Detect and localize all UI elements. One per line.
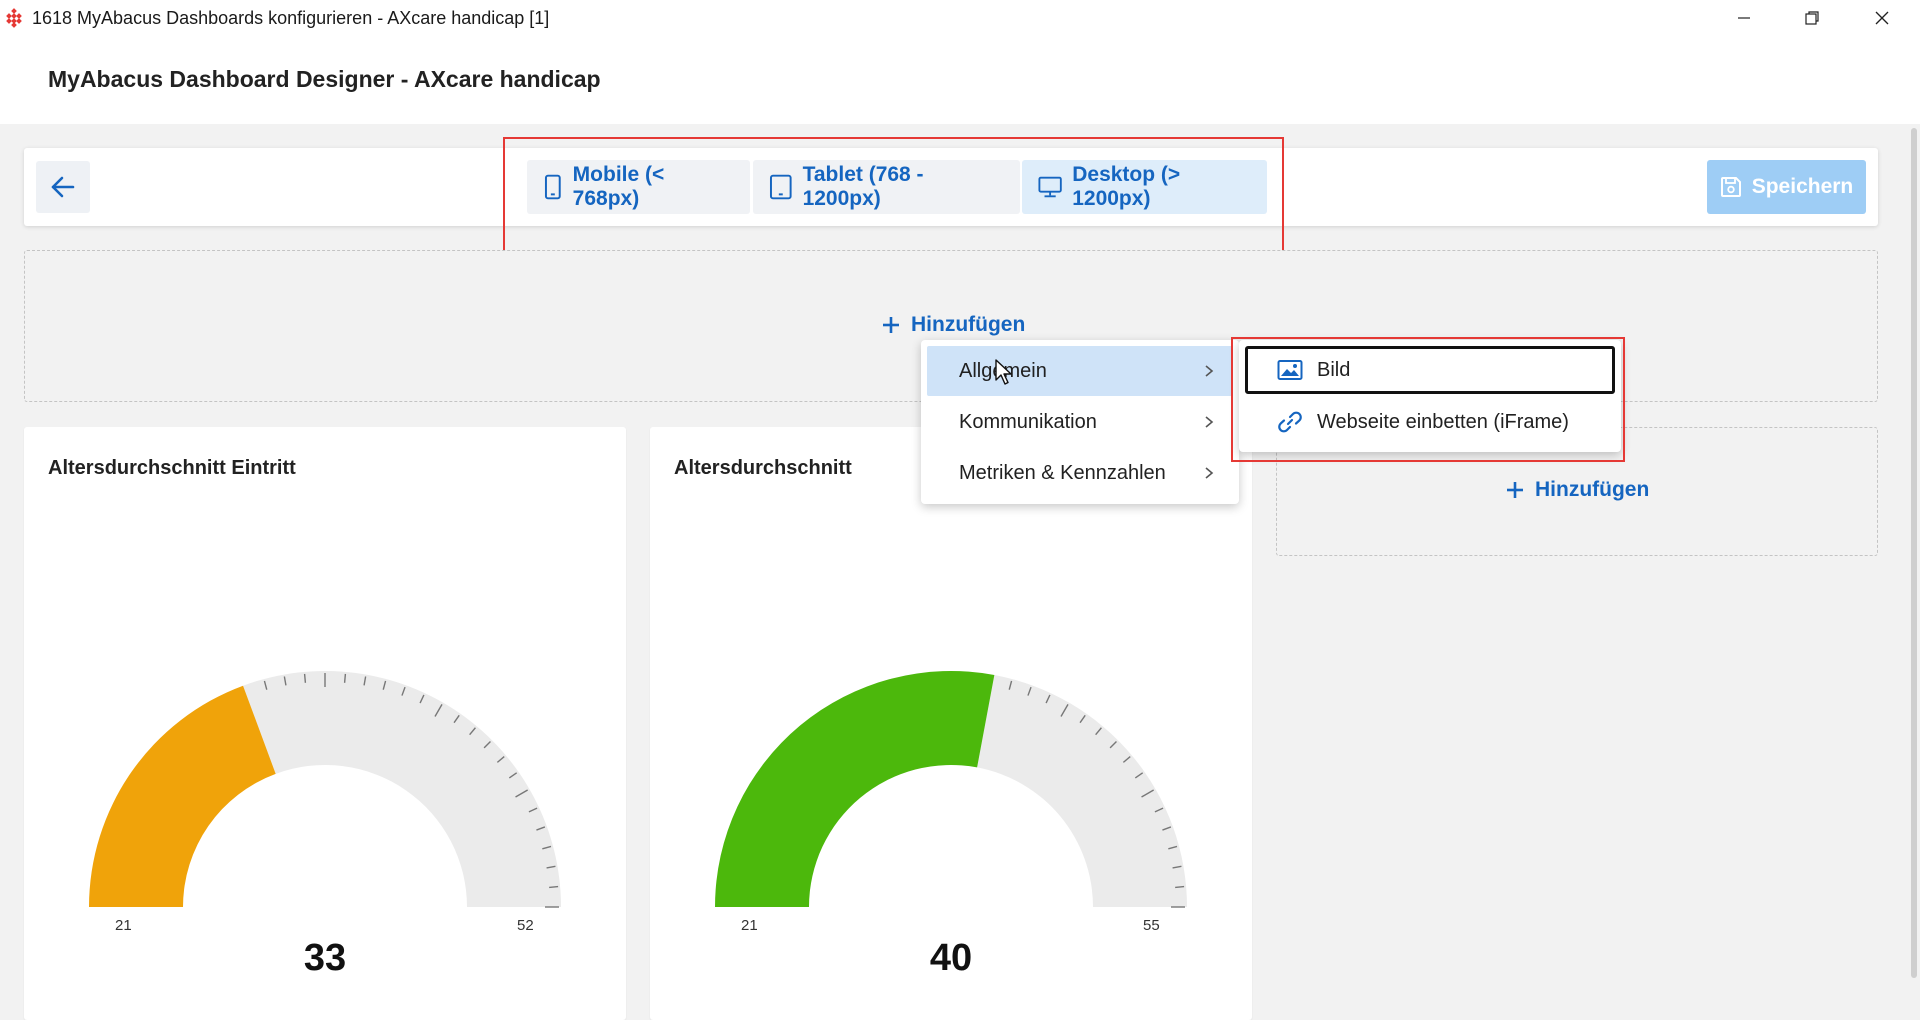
restore-button[interactable] [1792,4,1832,32]
gauge-value: 40 [929,937,973,979]
chevron-right-icon [1205,467,1214,479]
app-logo-icon [6,8,22,28]
device-desktop-button[interactable]: Desktop (> 1200px) [1022,160,1267,214]
app-header: MyAbacus Dashboard Designer - AXcare han… [0,36,1920,124]
gauge-tick [303,673,307,683]
submenu-allgemein: Bild Webseite einbetten (iFrame) [1239,340,1621,452]
close-icon [1875,11,1889,25]
page-title: MyAbacus Dashboard Designer - AXcare han… [48,66,601,92]
add-widget-label: Hinzufügen [911,313,1026,336]
chevron-right-icon [1205,416,1214,428]
menu-item-kommunikation[interactable]: Kommunikation [927,397,1233,447]
restore-icon [1805,11,1819,25]
gauge-remaining-band [977,675,1187,907]
vertical-scrollbar[interactable] [1908,124,1920,1020]
submenu-item-label: Bild [1317,358,1351,381]
plus-icon [1507,482,1523,498]
gauge-remaining-band [243,671,562,907]
submenu-item-iframe[interactable]: Webseite einbetten (iFrame) [1245,398,1615,446]
tablet-icon [769,174,792,200]
link-icon [1278,411,1302,433]
gauge-value: 33 [303,937,347,979]
gauge-tick [1175,885,1185,889]
device-mobile-label: Mobile (< 768px) [572,163,665,210]
save-button-label: Speichern [1751,175,1854,198]
menu-item-label: Kommunikation [959,410,1097,433]
gauge-tick [549,885,559,889]
gauge-tick [343,673,347,683]
designer-toolbar: Mobile (< 768px) Tablet (768 - 1200px) D… [24,148,1878,226]
scrollbar-thumb[interactable] [1911,128,1917,978]
device-desktop-label: Desktop (> 1200px) [1072,163,1181,210]
gauge-value-band [715,671,995,907]
arrow-left-icon [51,176,75,198]
minimize-button[interactable] [1724,4,1764,32]
back-button[interactable] [36,161,90,213]
gauge-max-label: 52 [517,917,534,934]
submenu-item-bild[interactable]: Bild [1245,346,1615,394]
chevron-right-icon [1205,365,1214,377]
window-title: 1618 MyAbacus Dashboards konfigurieren -… [32,8,550,28]
add-context-menu: Allgemein Kommunikation Metriken & Kennz… [921,340,1239,504]
device-tablet-button[interactable]: Tablet (768 - 1200px) [753,160,1020,214]
minimize-icon [1738,17,1750,19]
floppy-disk-icon [1720,177,1741,197]
device-mobile-button[interactable]: Mobile (< 768px) [527,160,750,214]
gauge-widget[interactable]: Altersdurchschnitt 21 55 40 [650,427,1252,1020]
device-tablet-label: Tablet (768 - 1200px) [802,163,924,210]
add-widget-right-button[interactable]: Hinzufügen [1505,478,1649,502]
gauge-value-band [89,685,276,907]
menu-item-metriken[interactable]: Metriken & Kennzahlen [927,448,1233,498]
mouse-cursor-icon [995,359,1012,385]
gauge-min-label: 21 [741,917,758,934]
add-widget-button[interactable]: Hinzufügen [881,313,1025,337]
gauge-widget[interactable]: Altersdurchschnitt Eintritt 21 52 33 [24,427,626,1020]
gauge-min-label: 21 [115,917,132,934]
monitor-icon [1038,176,1062,198]
window-title-bar: 1618 MyAbacus Dashboards konfigurieren -… [0,0,1920,36]
close-window-button[interactable] [1862,4,1902,32]
menu-item-allgemein[interactable]: Allgemein [927,346,1233,396]
plus-icon [883,317,899,333]
add-widget-right-label: Hinzufügen [1535,478,1650,501]
phone-icon [544,174,561,200]
menu-item-label: Metriken & Kennzahlen [959,461,1166,484]
submenu-item-label: Webseite einbetten (iFrame) [1317,410,1569,433]
save-button[interactable]: Speichern [1707,160,1866,214]
image-icon [1277,360,1303,380]
gauge-max-label: 55 [1143,917,1160,934]
